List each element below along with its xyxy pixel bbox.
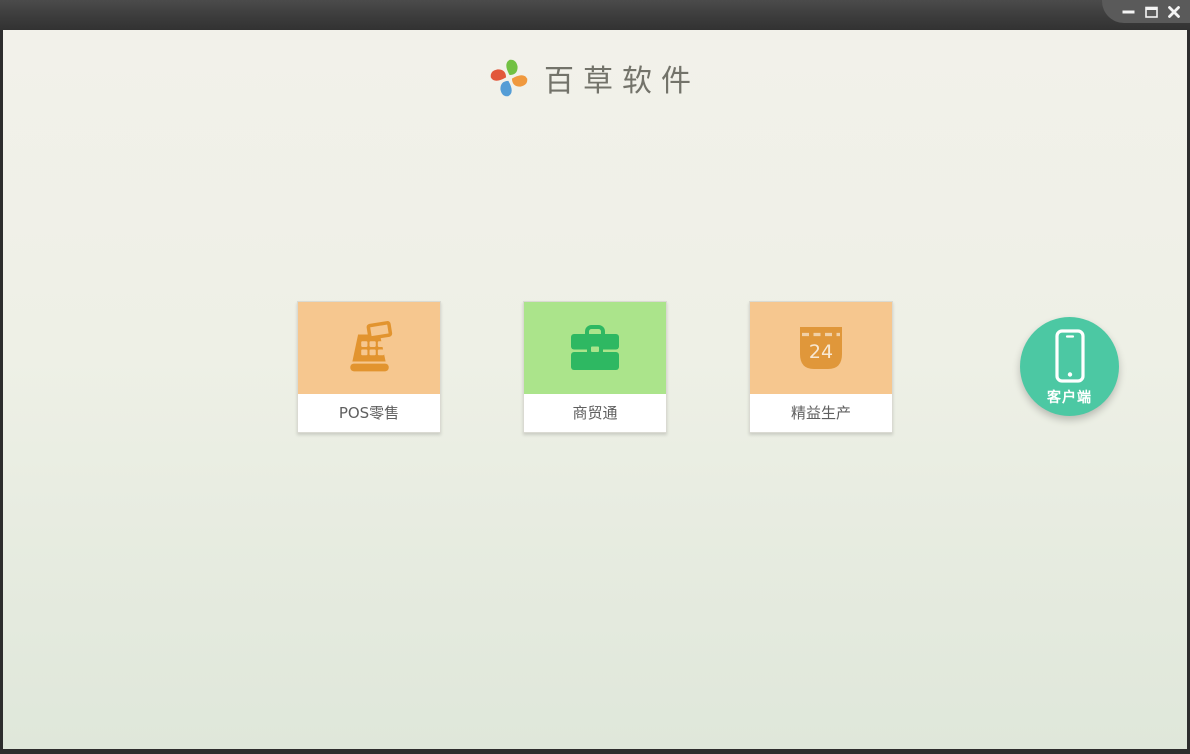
product-card-trade[interactable]: 商贸通 — [523, 301, 667, 433]
maximize-icon — [1144, 6, 1158, 18]
product-label: 精益生产 — [790, 404, 851, 422]
pinwheel-logo-icon — [490, 59, 528, 97]
product-tile — [298, 302, 440, 394]
calendar-icon: 24 — [800, 327, 842, 369]
window-controls — [1102, 0, 1190, 23]
product-label: POS零售 — [338, 404, 400, 422]
maximize-button[interactable] — [1144, 5, 1158, 19]
client-button-label: 客户端 — [1047, 390, 1092, 406]
app-title: 百草软件 — [544, 64, 700, 99]
brand-header: 百草软件 — [3, 56, 1187, 100]
briefcase-icon — [571, 324, 619, 370]
client-button[interactable]: 客户端 — [1020, 317, 1119, 416]
product-card-production[interactable]: 24 精益生产 — [749, 301, 893, 433]
close-button[interactable] — [1167, 5, 1181, 19]
product-label: 商贸通 — [572, 404, 618, 422]
app-window: 百草软件 POS零售 商贸通 24 精益生产 客户端 — [0, 0, 1190, 754]
calendar-day-text: 24 — [809, 341, 833, 363]
titlebar[interactable] — [0, 0, 1190, 30]
product-card-pos[interactable]: POS零售 — [297, 301, 441, 433]
product-tile — [524, 302, 666, 394]
minimize-button[interactable] — [1121, 5, 1135, 19]
close-icon — [1168, 5, 1180, 18]
cash-register-icon — [350, 321, 393, 372]
main-content: 百草软件 POS零售 商贸通 24 精益生产 客户端 — [3, 30, 1187, 749]
product-tile: 24 — [750, 302, 892, 394]
smartphone-icon — [1054, 329, 1085, 383]
minimize-icon — [1122, 10, 1134, 14]
